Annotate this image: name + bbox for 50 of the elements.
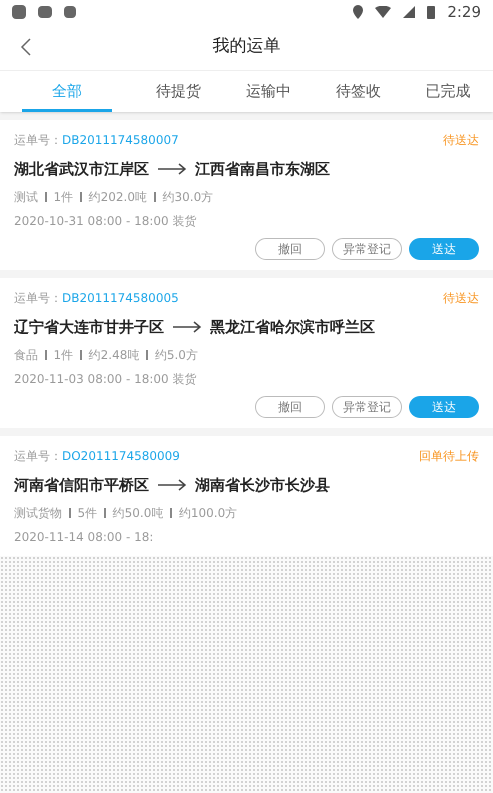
- tab[interactable]: 待签收: [313, 71, 404, 112]
- wifi-icon: [375, 6, 392, 18]
- cargo-detail: 1件: [54, 347, 74, 364]
- cargo-detail: 约50.0吨: [112, 505, 164, 522]
- origin-address: 辽宁省大连市甘井子区: [14, 316, 164, 338]
- order-card[interactable]: 运单号：DB2011174580005 待送达 辽宁省大连市甘井子区 黑龙江省哈尔滨市呼兰区 食品 1件 约2.48吨 约5.0方 2020-11-03 08:00 - 18:00 装货 撤回 异常登记 送达: [0, 278, 493, 428]
- cargo-detail: 5件: [78, 505, 98, 522]
- cargo-detail: 测试货物: [14, 505, 62, 522]
- action-button[interactable]: 异常登记: [332, 396, 402, 418]
- destination-address: 湖南省长沙市长沙县: [195, 474, 330, 496]
- cargo-detail: 约100.0方: [178, 505, 238, 522]
- origin-address: 湖北省武汉市江岸区: [14, 158, 149, 180]
- arrow-icon: [157, 479, 187, 491]
- origin-address: 河南省信阳市平桥区: [14, 474, 149, 496]
- signal-icon: [403, 6, 416, 18]
- clock-time: 2:29: [447, 2, 481, 23]
- order-number-label: 运单号：: [14, 132, 62, 149]
- arrow-icon: [172, 321, 202, 333]
- cargo-detail: 约5.0方: [154, 347, 198, 364]
- page-title: 我的运单: [212, 35, 280, 58]
- order-number: DB2011174580007: [62, 132, 179, 149]
- cargo-detail: 测试: [14, 189, 38, 206]
- loading-date: 2020-10-31 08:00 - 18:00 装货: [14, 213, 198, 230]
- cargo-detail: 约2.48吨: [88, 347, 140, 364]
- loading-date: 2020-11-14 08:00 - 18:: [14, 529, 154, 546]
- order-number: DB2011174580005: [62, 290, 179, 307]
- order-status: 待送达: [443, 132, 479, 149]
- order-status: 回单待上传: [419, 448, 479, 465]
- order-number-label: 运单号：: [14, 448, 62, 465]
- location-icon: [353, 5, 364, 19]
- cargo-detail: 1件: [54, 189, 74, 206]
- cargo-detail: 约30.0方: [162, 189, 214, 206]
- tab[interactable]: 待提货: [134, 71, 224, 112]
- order-card[interactable]: 运单号：DO2011174580009 回单待上传 河南省信阳市平桥区 湖南省长沙市长沙县 测试货物 5件 约50.0吨 约100.0方 2020-11-14 08:00 - 18:: [0, 436, 493, 556]
- battery-icon: [427, 5, 436, 19]
- order-card[interactable]: 运单号：DB2011174580007 待送达 湖北省武汉市江岸区 江西省南昌市东湖区 测试 1件 约202.0吨 约30.0方 2020-10-31 08:00 - 18:00 装货 撤回 异常登记 送达: [0, 120, 493, 270]
- loading-date: 2020-11-03 08:00 - 18:00 装货: [14, 371, 198, 388]
- destination-address: 黑龙江省哈尔滨市呼兰区: [210, 316, 375, 338]
- cargo-detail: 食品: [14, 347, 38, 364]
- action-button[interactable]: 撤回: [255, 238, 325, 260]
- cargo-detail: 约202.0吨: [88, 189, 147, 206]
- arrow-icon: [157, 163, 187, 175]
- action-button[interactable]: 撤回: [255, 396, 325, 418]
- order-number: DO2011174580009: [62, 448, 180, 465]
- destination-address: 江西省南昌市东湖区: [195, 158, 330, 180]
- tab[interactable]: 运输中: [224, 71, 314, 112]
- tab[interactable]: 已完成: [403, 71, 493, 112]
- action-button[interactable]: 异常登记: [332, 238, 402, 260]
- order-number-label: 运单号：: [14, 290, 62, 307]
- order-status: 待送达: [443, 290, 479, 307]
